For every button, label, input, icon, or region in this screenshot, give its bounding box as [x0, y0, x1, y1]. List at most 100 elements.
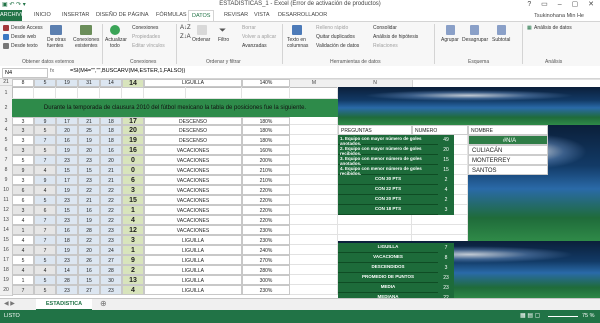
remove-duplicates-button[interactable]: Quitar duplicados — [316, 34, 355, 40]
table-cell-je[interactable]: 3 — [12, 135, 34, 145]
sort-az-icon[interactable]: A↓Z — [180, 25, 191, 31]
table-cell-gf[interactable]: 15 — [56, 205, 78, 215]
relationships-button[interactable]: Relaciones — [373, 43, 398, 49]
table-cell-st[interactable]: DESCENSO — [144, 125, 242, 135]
table-cell-pc[interactable]: 140% — [242, 79, 290, 87]
edit-links-button[interactable]: Editar vínculos — [132, 43, 165, 49]
table-cell-gc[interactable]: 22 — [78, 185, 100, 195]
table-cell-jp[interactable]: 5 — [34, 195, 56, 205]
table-cell-gc[interactable]: 26 — [78, 255, 100, 265]
grid-cell[interactable] — [122, 87, 144, 99]
table-cell-gc[interactable]: 25 — [78, 125, 100, 135]
question-number[interactable]: 15 — [438, 155, 454, 165]
question-number[interactable]: 49 — [438, 135, 454, 145]
worksheet[interactable]: DEFGHIJKLMN 1234567891011121314151617181… — [0, 79, 600, 298]
table-cell-dif[interactable]: 9 — [122, 255, 144, 265]
table-cell-pc[interactable]: 180% — [242, 135, 290, 145]
table-cell-pc[interactable]: 240% — [242, 245, 290, 255]
table-cell-je[interactable]: 3 — [12, 117, 34, 125]
grid-cell[interactable] — [290, 125, 338, 135]
grid-cell[interactable] — [468, 79, 600, 80]
tab-vista[interactable]: VISTA — [254, 12, 270, 18]
table-cell-pc[interactable]: 160% — [242, 145, 290, 155]
table-cell-gc[interactable]: 23 — [78, 175, 100, 185]
summary-value[interactable]: 23 — [438, 273, 454, 283]
table-cell-gc[interactable]: 19 — [78, 215, 100, 225]
question-number[interactable]: 15 — [438, 165, 454, 175]
grid-cell[interactable] — [290, 79, 338, 80]
table-cell-gc[interactable]: 21 — [78, 117, 100, 125]
grid-cell[interactable] — [290, 155, 338, 165]
table-cell-pts[interactable]: 30 — [100, 275, 122, 285]
fx-icon[interactable]: fx — [50, 68, 54, 74]
table-cell-st[interactable]: LIGUILLA — [144, 265, 242, 275]
grid-cell[interactable] — [338, 215, 412, 225]
table-cell-je[interactable]: 4 — [12, 265, 34, 275]
from-access-button[interactable]: Desde Access — [11, 25, 43, 31]
grid-cell[interactable] — [242, 87, 290, 99]
table-cell-je[interactable]: 9 — [12, 165, 34, 175]
table-cell-st[interactable]: LIGUILLA — [144, 255, 242, 265]
table-cell-dif[interactable]: 3 — [122, 185, 144, 195]
user-name[interactable]: Tsukinohana Min He — [534, 13, 584, 19]
sheet-nav-arrows[interactable]: ◀ ▶ — [4, 300, 15, 307]
table-cell-jp[interactable]: 5 — [34, 79, 56, 87]
table-cell-je[interactable]: 4 — [12, 215, 34, 225]
properties-button[interactable]: Propiedades — [132, 34, 160, 40]
table-cell-st[interactable]: VACACIONES — [144, 185, 242, 195]
grid-cell[interactable] — [78, 87, 100, 99]
grid-cell[interactable] — [290, 225, 338, 235]
table-cell-pc[interactable]: 180% — [242, 125, 290, 135]
table-cell-dif[interactable]: 0 — [122, 165, 144, 175]
table-cell-pc[interactable]: 230% — [242, 225, 290, 235]
table-cell-jp[interactable]: 5 — [34, 255, 56, 265]
table-cell-je[interactable]: 8 — [12, 79, 34, 87]
table-cell-pts[interactable]: 22 — [100, 185, 122, 195]
table-cell-gf[interactable]: 17 — [56, 175, 78, 185]
table-cell-pc[interactable]: 200% — [242, 155, 290, 165]
table-cell-pc[interactable]: 220% — [242, 205, 290, 215]
table-cell-st[interactable]: VACACIONES — [144, 155, 242, 165]
formula-input[interactable]: =SI(M4="","",BUSCARV(M4,ESTER,1,FALSO)) — [70, 68, 185, 74]
grid-cell[interactable] — [290, 165, 338, 175]
table-cell-st[interactable]: VACACIONES — [144, 165, 242, 175]
table-cell-jp[interactable]: 5 — [34, 125, 56, 135]
table-cell-gf[interactable]: 19 — [56, 145, 78, 155]
table-cell-st[interactable]: VACACIONES — [144, 205, 242, 215]
grid-cell[interactable] — [12, 87, 34, 99]
table-cell-pts[interactable]: 23 — [100, 225, 122, 235]
table-cell-pts[interactable]: 18 — [100, 125, 122, 135]
table-cell-dif[interactable]: 12 — [122, 225, 144, 235]
question-number[interactable]: 2 — [438, 195, 454, 205]
grid-cell[interactable] — [290, 117, 338, 125]
table-cell-pc[interactable]: 220% — [242, 195, 290, 205]
zoom-slider[interactable] — [548, 316, 578, 317]
table-cell-je[interactable]: 1 — [12, 225, 34, 235]
grid-cell[interactable] — [290, 185, 338, 195]
table-cell-gc[interactable]: 15 — [78, 275, 100, 285]
table-cell-st[interactable]: DESCENSO — [144, 117, 242, 125]
table-cell-jp[interactable]: 5 — [34, 285, 56, 295]
grid-cell[interactable] — [290, 265, 338, 275]
table-cell-pc[interactable]: 210% — [242, 175, 290, 185]
filter-button[interactable]: Filtro — [218, 37, 229, 43]
grid-cell[interactable] — [34, 87, 56, 99]
table-cell-dif[interactable]: 17 — [122, 117, 144, 125]
table-cell-dif[interactable]: 1 — [122, 245, 144, 255]
grid-cell[interactable] — [290, 175, 338, 185]
table-cell-gf[interactable]: 20 — [56, 125, 78, 135]
table-cell-pc[interactable]: 220% — [242, 185, 290, 195]
table-cell-pts[interactable]: 21 — [100, 165, 122, 175]
table-cell-gc[interactable]: 31 — [78, 79, 100, 87]
advanced-button[interactable]: Avanzadas — [242, 43, 267, 49]
table-cell-jp[interactable]: 4 — [34, 165, 56, 175]
table-cell-gf[interactable]: 19 — [56, 245, 78, 255]
table-cell-gf[interactable]: 14 — [56, 265, 78, 275]
question-number[interactable]: 4 — [438, 185, 454, 195]
table-cell-pc[interactable]: 300% — [242, 275, 290, 285]
table-cell-gf[interactable]: 17 — [56, 117, 78, 125]
table-cell-gf[interactable]: 23 — [56, 195, 78, 205]
grid-cell[interactable] — [290, 255, 338, 265]
table-cell-jp[interactable]: 7 — [34, 245, 56, 255]
ungroup-button[interactable]: Desagrupar — [462, 37, 488, 43]
